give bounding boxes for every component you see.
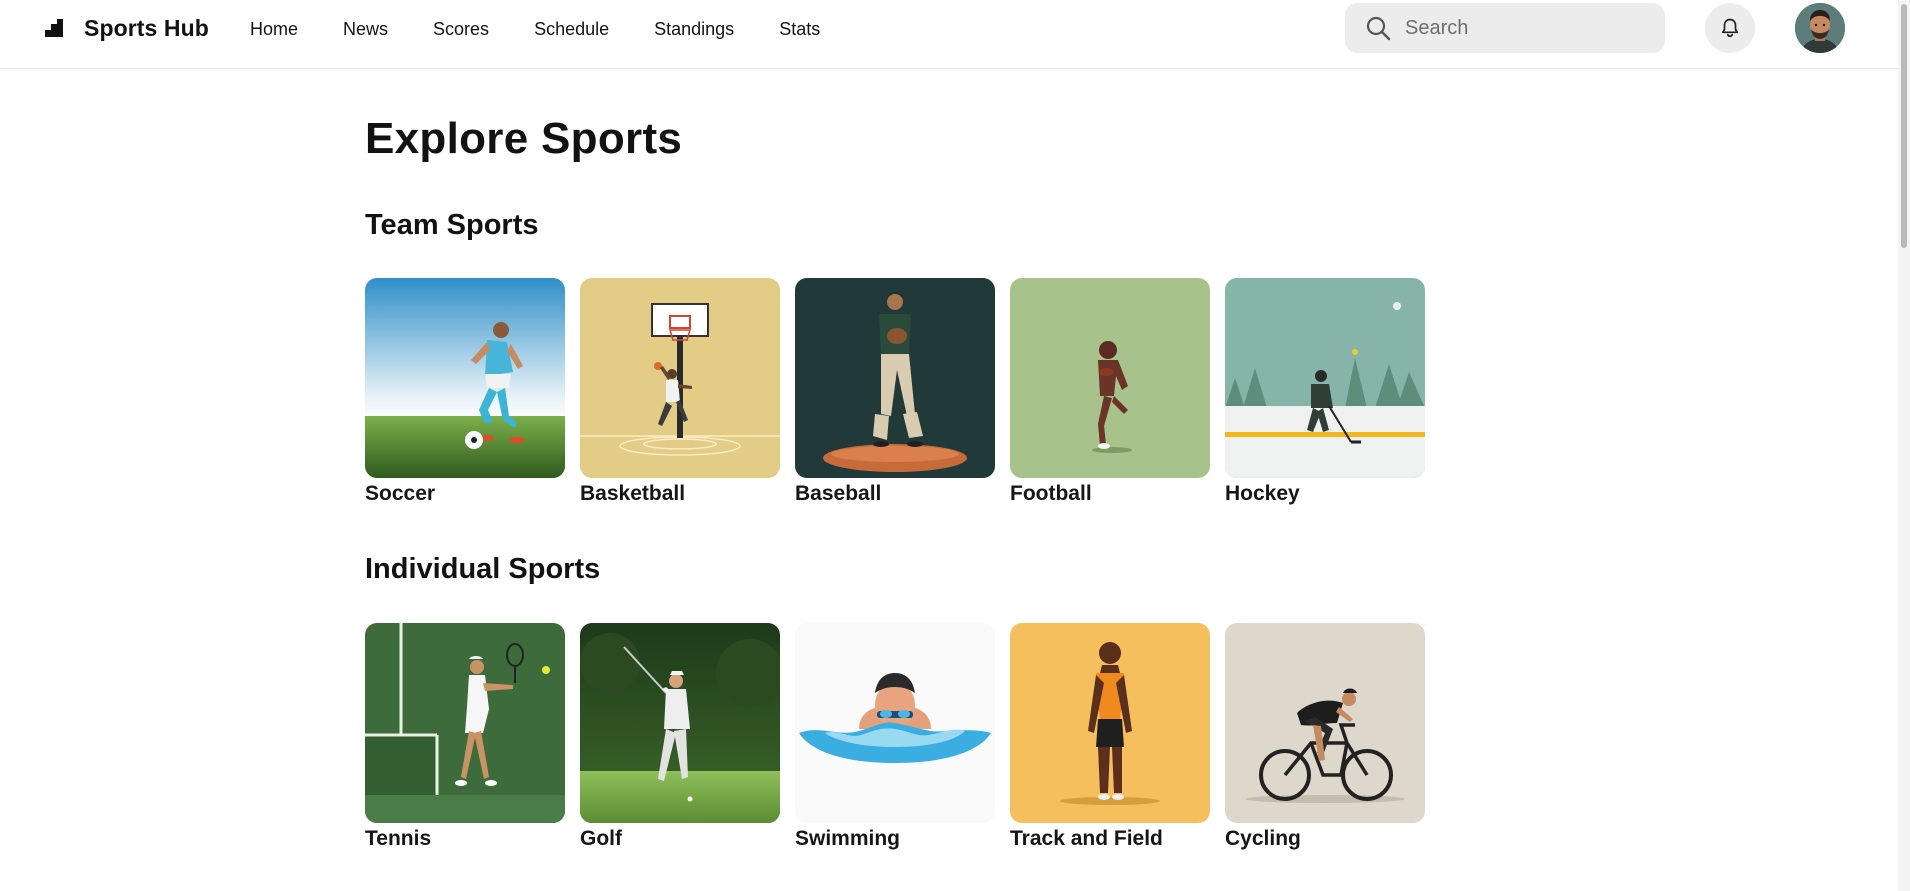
cycling-image: [1225, 623, 1425, 823]
basketball-image: [580, 278, 780, 478]
top-nav-bar: Sports Hub Home News Scores Schedule Sta…: [0, 0, 1898, 69]
baseball-image: [795, 278, 995, 478]
sport-card-label: Cycling: [1225, 827, 1301, 850]
sport-card-football[interactable]: Football: [1010, 278, 1210, 506]
sport-card-label: Tennis: [365, 827, 432, 850]
section-title-team-sports: Team Sports: [365, 209, 539, 241]
tennis-image: [365, 623, 565, 823]
user-avatar[interactable]: [1795, 3, 1845, 53]
bar-chart-steps-icon[interactable]: [45, 19, 63, 37]
soccer-image: [365, 278, 565, 478]
sport-card-golf[interactable]: Golf: [580, 623, 780, 851]
track-and-field-image: [1010, 623, 1210, 823]
sport-card-tennis[interactable]: Tennis: [365, 623, 565, 851]
nav-stats[interactable]: Stats: [779, 19, 820, 40]
sport-card-baseball[interactable]: Baseball: [795, 278, 995, 506]
brand-name[interactable]: Sports Hub: [84, 15, 209, 42]
search-input[interactable]: [1405, 16, 1645, 40]
sport-card-hockey[interactable]: Hockey: [1225, 278, 1425, 506]
main-nav: Home News Scores Schedule Standings Stat…: [250, 19, 820, 40]
notifications-button[interactable]: [1705, 3, 1755, 53]
nav-schedule[interactable]: Schedule: [534, 19, 609, 40]
sport-card-label: Hockey: [1225, 482, 1300, 505]
sport-card-label: Golf: [580, 827, 622, 850]
sport-card-label: Track and Field: [1010, 827, 1163, 850]
search-box[interactable]: [1345, 3, 1665, 53]
page-title: Explore Sports: [365, 114, 683, 163]
sport-card-track-and-field[interactable]: Track and Field: [1010, 623, 1210, 851]
sport-card-label: Basketball: [580, 482, 686, 505]
nav-standings[interactable]: Standings: [654, 19, 734, 40]
scrollbar-thumb[interactable]: [1901, 4, 1907, 248]
section-title-individual-sports: Individual Sports: [365, 553, 601, 585]
sport-card-cycling[interactable]: Cycling: [1225, 623, 1425, 851]
team-sports-grid: Soccer Basketball Baseball Football Hock…: [365, 278, 1425, 506]
nav-home[interactable]: Home: [250, 19, 298, 40]
sport-card-soccer[interactable]: Soccer: [365, 278, 565, 506]
search-icon: [1366, 16, 1391, 41]
nav-news[interactable]: News: [343, 19, 388, 40]
hockey-image: [1225, 278, 1425, 478]
sport-card-swimming[interactable]: Swimming: [795, 623, 995, 851]
sport-card-label: Football: [1010, 482, 1092, 505]
sport-card-label: Baseball: [795, 482, 882, 505]
football-image: [1010, 278, 1210, 478]
page-scrollbar[interactable]: [1898, 0, 1910, 891]
sport-card-label: Swimming: [795, 827, 901, 850]
individual-sports-grid: Tennis Golf Swimming Track and Field Cyc…: [365, 623, 1425, 851]
sport-card-basketball[interactable]: Basketball: [580, 278, 780, 506]
bell-icon: [1721, 18, 1739, 38]
nav-scores[interactable]: Scores: [433, 19, 489, 40]
golf-image: [580, 623, 780, 823]
swimming-image: [795, 623, 995, 823]
sport-card-label: Soccer: [365, 482, 436, 505]
